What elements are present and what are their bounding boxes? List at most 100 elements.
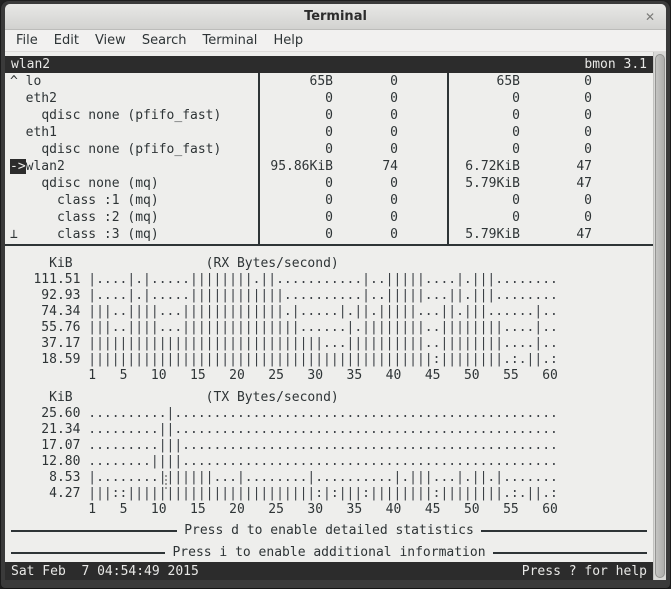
tx-rate-cell: 5.79KiB [465, 176, 520, 191]
bmon-titlebar: wlan2 bmon 3.1 [5, 56, 653, 73]
menu-item[interactable]: File [8, 30, 46, 51]
tx-packets-cell: 0 [584, 108, 592, 123]
terminal-window: Terminal ✕ File Edit View Search Termina… [1, 1, 670, 588]
interface-row: qdisc none (pfifo_fast) 0 0 0 0 [5, 107, 653, 124]
graph-row: 74.34 |||..||||...|||||||||||||.|.....|.… [5, 304, 653, 320]
graph-y-label: 8.53 [49, 470, 81, 485]
rx-rate-cell: 0 [325, 142, 333, 157]
interface-row: ->wlan2 95.86KiB 74 6.72KiB 47 [5, 158, 653, 175]
graph-bars: .........|||............................… [88, 438, 558, 453]
graph-bars: |||..||||...|||||||||||||||......|.|||||… [88, 320, 558, 335]
rx-packets-cell: 0 [390, 176, 398, 191]
interface-name: qdisc none (pfifo_fast) [41, 142, 222, 157]
tx-rate-cell: 0 [512, 142, 520, 157]
graph-y-label: 55.76 [41, 320, 81, 335]
bmon-statusbar: Sat Feb 7 04:54:49 2015 Press ? for help [5, 562, 653, 580]
menu-item[interactable]: Help [265, 30, 311, 51]
graph-bars: |........|||||||...|........|..........|… [88, 470, 558, 485]
menu-item[interactable]: Edit [46, 30, 87, 51]
graph-y-label: 4.27 [49, 486, 81, 501]
interface-name: ->wlan2 [10, 159, 65, 174]
rule-right [492, 552, 648, 554]
graph-bars: ||||||||||||||||||||||||||||||...|||||||… [88, 336, 558, 351]
tx-rate-cell: 0 [512, 91, 520, 106]
interface-row: eth1 0 0 0 0 [5, 124, 653, 141]
tx-rate-cell: 6.72KiB [465, 159, 520, 174]
rx-rate-cell: 0 [325, 193, 333, 208]
terminal-screen[interactable]: wlan2 bmon 3.1 ^ lo 65B 0 65B 0 eth2 0 0… [5, 52, 653, 580]
window-body: Terminal ✕ File Edit View Search Termina… [5, 4, 666, 580]
interface-name: ^ lo [10, 74, 42, 89]
graph-row: 8.53 |........|||||||...|........|......… [5, 470, 653, 486]
hint-additional-information: Press i to enable additional information [5, 544, 653, 562]
rx-packets-cell: 0 [390, 125, 398, 140]
interface-name: qdisc none (mq) [41, 176, 159, 191]
rx-rate-cell: 0 [325, 210, 333, 225]
tx-packets-cell: 47 [576, 176, 592, 191]
hint-detailed-statistics: Press d to enable detailed statistics [5, 522, 653, 540]
column-separator-2 [447, 73, 449, 245]
rule-left [11, 530, 178, 532]
interface-row: class :1 (mq) 0 0 0 0 [5, 192, 653, 209]
interface-row: ⊥ class :3 (mq) 0 0 5.79KiB 47 [5, 226, 653, 243]
window-titlebar[interactable]: Terminal ✕ [5, 4, 666, 30]
tx-packets-cell: 0 [584, 74, 592, 89]
rx-rate-cell: 65B [309, 74, 333, 89]
graph-row: 4.27 |||::||||||||||||||||||||||||:|:|||… [5, 486, 653, 502]
graph-bars: .........||.............................… [88, 422, 558, 437]
bmon-version: bmon 3.1 [584, 57, 647, 72]
rx-rate-cell: 0 [325, 125, 333, 140]
interface-table: ^ lo 65B 0 65B 0 eth2 0 0 0 0 qdisc none… [5, 73, 653, 243]
rx-rate-cell: 0 [325, 91, 333, 106]
interface-row: eth2 0 0 0 0 [5, 90, 653, 107]
graph-row: 55.76 |||..||||...|||||||||||||||......|… [5, 320, 653, 336]
interface-name: eth1 [25, 125, 57, 140]
tx-graph: 25.60 ..........|.......................… [5, 406, 653, 502]
rx-graph: 111.51 |....|.|.....||||||||.||.........… [5, 272, 653, 368]
tx-packets-cell: 0 [584, 91, 592, 106]
graph-row: 12.80 ........||||......................… [5, 454, 653, 470]
interface-row: qdisc none (pfifo_fast) 0 0 0 0 [5, 141, 653, 158]
rx-rate-cell: 0 [325, 176, 333, 191]
graph-y-label: 74.34 [41, 304, 81, 319]
tx-packets-cell: 0 [584, 125, 592, 140]
tx-rate-cell: 0 [512, 193, 520, 208]
tx-graph-axis: 1 5 10 15 20 25 30 35 40 45 50 55 60 [10, 502, 558, 517]
tx-packets-cell: 47 [576, 227, 592, 242]
scrollbar[interactable] [653, 52, 666, 580]
window-title: Terminal [304, 9, 367, 24]
tx-rate-cell: 0 [512, 108, 520, 123]
rx-packets-cell: 0 [390, 142, 398, 157]
scrollbar-thumb[interactable] [655, 54, 665, 578]
bmon-selected-interface: wlan2 [11, 57, 51, 72]
mouse-ibeam-cursor [165, 475, 167, 489]
graph-row: 21.34 .........||.......................… [5, 422, 653, 438]
interface-row: class :2 (mq) 0 0 0 0 [5, 209, 653, 226]
graph-row: 25.60 ..........|.......................… [5, 406, 653, 422]
graph-row: 17.07 .........|||......................… [5, 438, 653, 454]
rx-packets-cell: 74 [382, 159, 398, 174]
tx-packets-cell: 0 [584, 193, 592, 208]
rx-packets-cell: 0 [390, 108, 398, 123]
menu-item[interactable]: Search [134, 30, 195, 51]
tx-rate-cell: 0 [512, 125, 520, 140]
graph-y-label: 111.51 [33, 272, 81, 287]
rx-rate-cell: 95.86KiB [270, 159, 333, 174]
graph-bars: |....|.|.....||||||||||||..........|..||… [88, 288, 558, 303]
graph-y-label: 18.59 [41, 352, 81, 367]
graph-y-label: 92.93 [41, 288, 81, 303]
menu-bar: File Edit View Search Terminal Help [5, 30, 666, 52]
rx-rate-cell: 0 [325, 227, 333, 242]
graph-bars: ........||||............................… [88, 454, 558, 469]
graph-bars: |....|.|.....||||||||.||...........|..||… [88, 272, 558, 287]
menu-item[interactable]: Terminal [194, 30, 265, 51]
interface-name: eth2 [25, 91, 57, 106]
rule-right [480, 530, 647, 532]
column-separator-1 [258, 73, 260, 245]
graph-y-label: 25.60 [41, 406, 81, 421]
menu-item[interactable]: View [87, 30, 134, 51]
graph-row: 92.93 |....|.|.....||||||||||||.........… [5, 288, 653, 304]
rule-left [11, 552, 166, 554]
close-icon[interactable]: ✕ [645, 9, 655, 25]
